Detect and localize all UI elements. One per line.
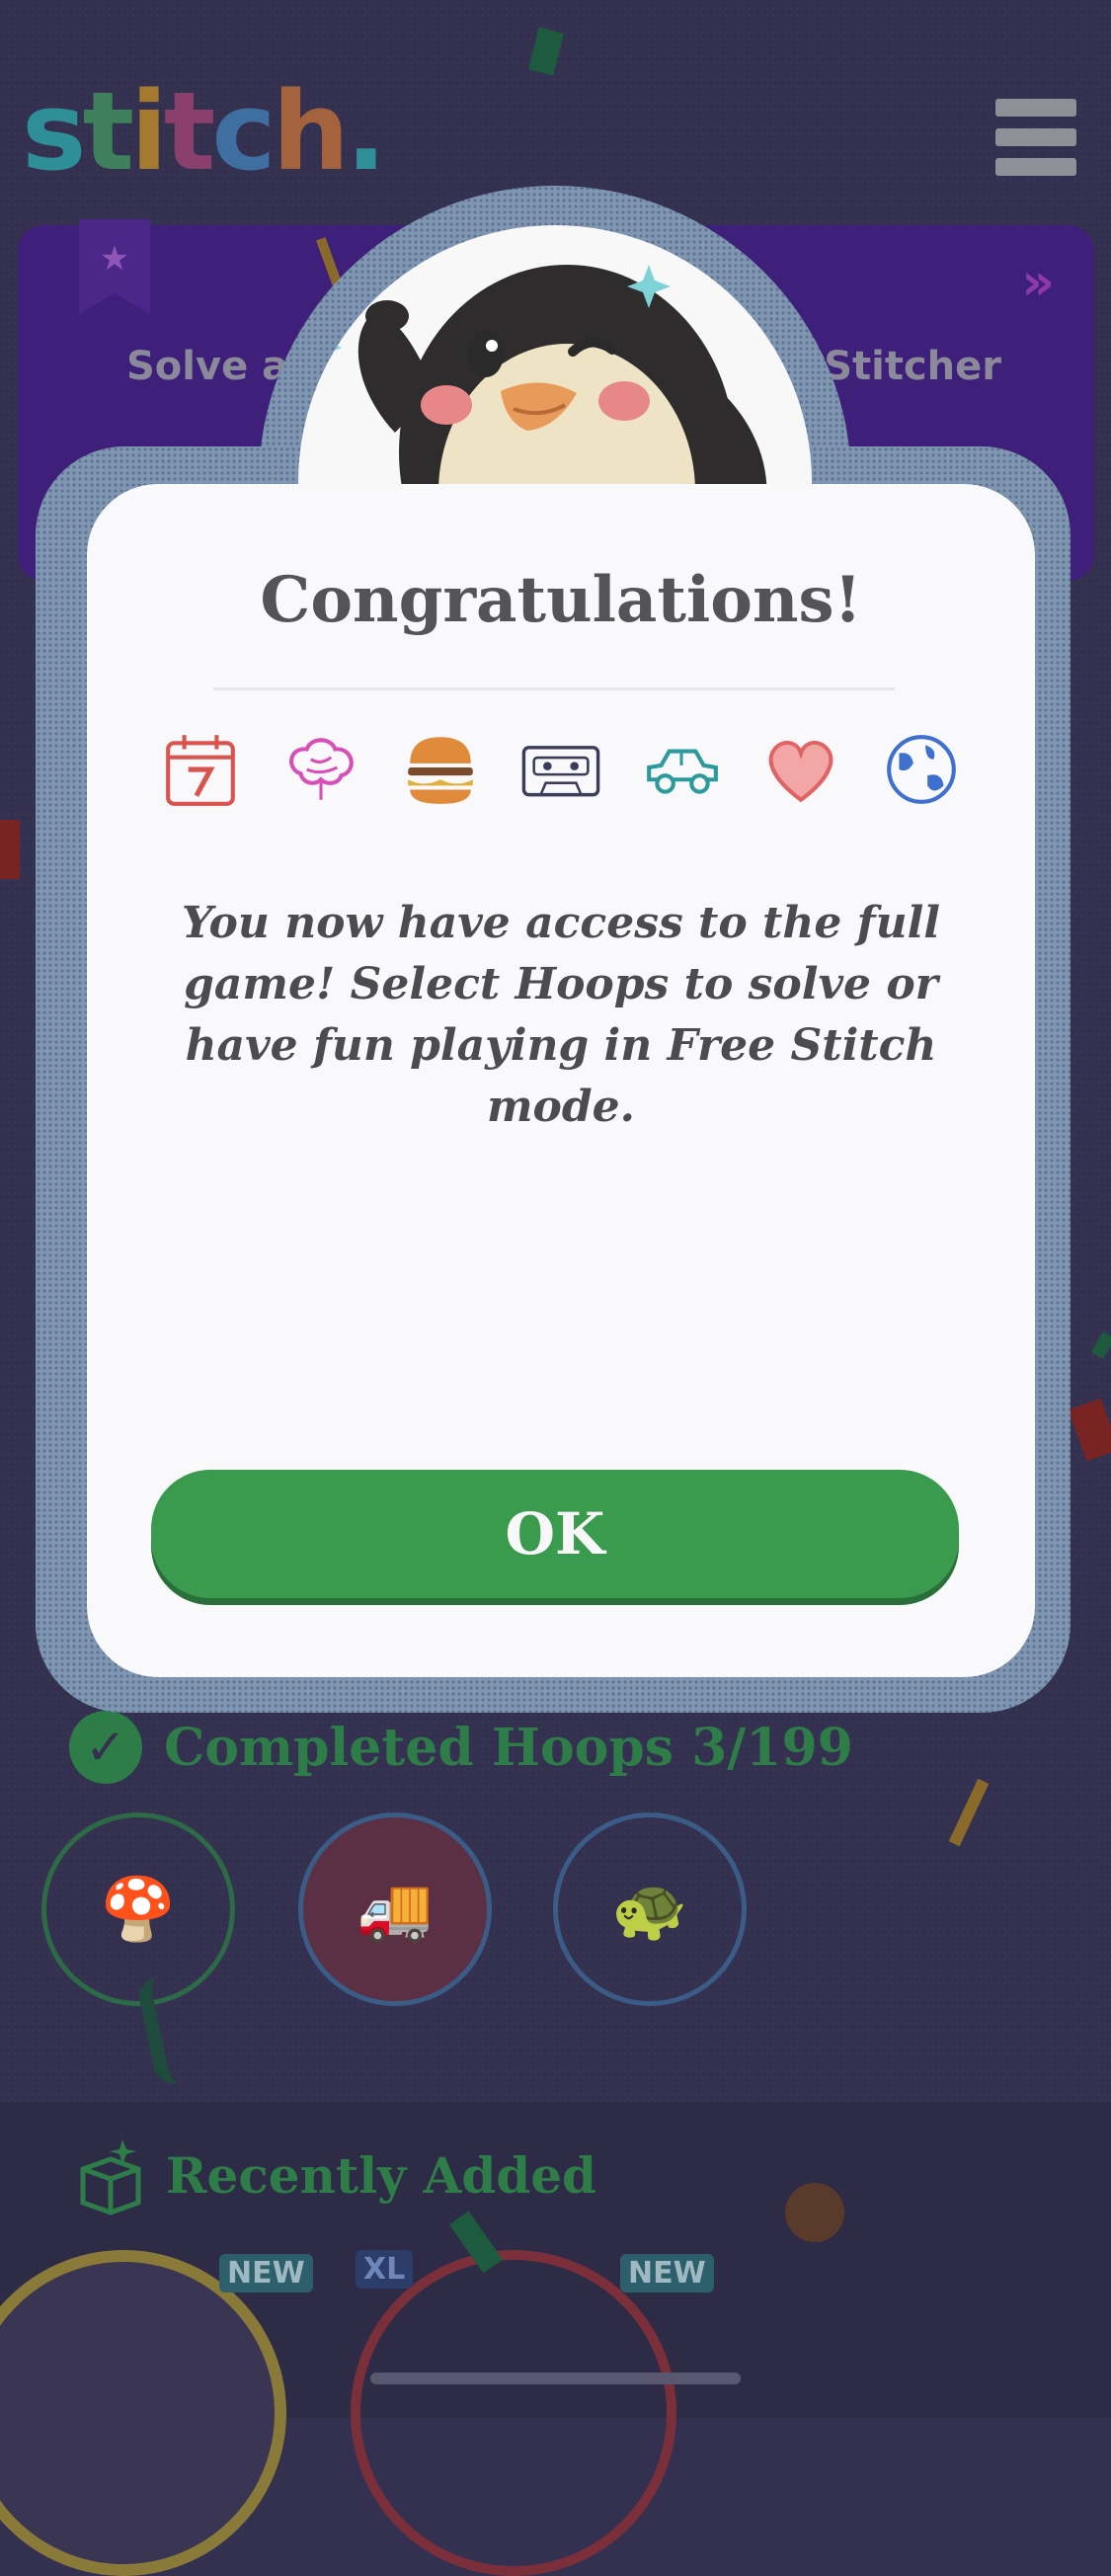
turtle-icon: 🐢 xyxy=(611,1873,688,1945)
stitch-logo: stitch. xyxy=(22,68,387,195)
burger-icon xyxy=(408,737,474,804)
new-badge: NEW xyxy=(219,2254,313,2293)
cassette-icon xyxy=(521,746,600,797)
dialog-title: Congratulations! xyxy=(260,563,862,637)
banner-text-right: Stitcher xyxy=(824,344,1001,389)
brain-icon xyxy=(288,738,354,800)
hamburger-menu-button[interactable] xyxy=(995,99,1076,178)
heart-icon xyxy=(769,740,833,803)
double-chevron-icon: » xyxy=(1021,253,1055,312)
gift-box-icon xyxy=(80,2139,141,2215)
new-badge: NEW xyxy=(620,2254,714,2293)
confetti-piece xyxy=(785,2183,844,2242)
mushroom-icon: 🍄 xyxy=(100,1873,177,1945)
recently-added-header: Recently Added xyxy=(69,2133,596,2216)
recently-added-label: Recently Added xyxy=(166,2145,597,2205)
hoop-truck[interactable]: 🚚 xyxy=(298,1812,492,2006)
bookmark-star-icon: ★ xyxy=(79,219,150,314)
calendar-icon xyxy=(166,735,235,806)
congratulations-dialog: Congratulations! You now have access to … xyxy=(87,484,1035,1677)
recent-hoop-2[interactable] xyxy=(351,2250,676,2576)
completed-hoops-header: ✓ Completed Hoops 3/199 xyxy=(69,1711,853,1784)
theme-icons-row xyxy=(160,729,962,810)
dialog-message: You now have access to the full game! Se… xyxy=(181,898,941,1132)
check-circle-icon: ✓ xyxy=(69,1711,142,1784)
ok-button[interactable]: OK xyxy=(151,1470,959,1598)
title-divider xyxy=(213,687,895,690)
hoop-turtle[interactable]: 🐢 xyxy=(553,1812,747,2006)
car-icon xyxy=(646,749,718,794)
home-indicator xyxy=(370,2373,741,2384)
hoop-mushroom[interactable]: 🍄 xyxy=(41,1812,235,2006)
truck-icon: 🚚 xyxy=(357,1873,434,1945)
globe-icon xyxy=(887,735,956,804)
confetti-piece xyxy=(0,820,20,879)
xl-badge: XL xyxy=(356,2250,414,2289)
completed-hoops-label: Completed Hoops 3/199 xyxy=(164,1717,853,1778)
